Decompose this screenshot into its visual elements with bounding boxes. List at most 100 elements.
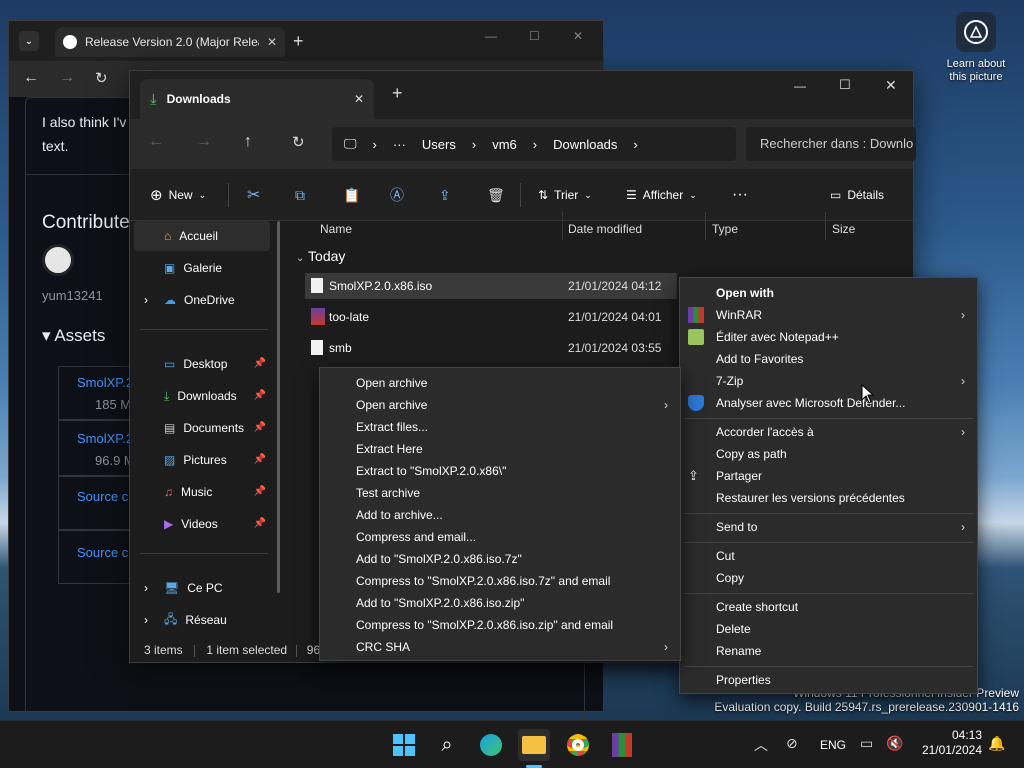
- file-row[interactable]: SmolXP.2.0.x86.iso 21/01/2024 04:12: [305, 273, 677, 299]
- group-header-today[interactable]: ⌄ Today: [296, 248, 345, 264]
- close-window-button[interactable]: ✕: [885, 77, 897, 94]
- rename-icon[interactable]: Ⓐ: [390, 183, 404, 207]
- tab-search-icon[interactable]: ⌄: [19, 31, 39, 51]
- breadcrumb-users[interactable]: Users: [422, 137, 456, 152]
- sidebar-item-onedrive[interactable]: › ☁ OneDrive: [134, 285, 270, 315]
- sidebar-item-music[interactable]: ♫ Music 📌: [134, 477, 270, 507]
- edge-icon[interactable]: [475, 729, 507, 761]
- menu-item-notepadpp[interactable]: Éditer avec Notepad++: [680, 326, 977, 348]
- menu-item-open-with[interactable]: Open with: [680, 282, 977, 304]
- sort-button[interactable]: ⇅ Trier ⌄: [538, 183, 592, 207]
- reload-icon[interactable]: ↻: [95, 69, 108, 87]
- menu-item-add-favorites[interactable]: Add to Favorites: [680, 348, 977, 370]
- sidebar-item-accueil[interactable]: ⌂ Accueil: [134, 221, 270, 251]
- assets-heading[interactable]: ▾ Assets: [42, 326, 105, 346]
- menu-item-copy-as-path[interactable]: Copy as path: [680, 443, 977, 465]
- chevron-right-icon[interactable]: ›: [144, 613, 148, 627]
- maximize-button[interactable]: ☐: [839, 77, 851, 93]
- details-button[interactable]: ▭ Détails: [830, 183, 884, 207]
- contributor-name[interactable]: yum13241: [42, 288, 103, 303]
- sidebar-item-desktop[interactable]: ▭ Desktop 📌: [134, 349, 270, 379]
- menu-item-extract-here[interactable]: Extract Here: [320, 438, 680, 460]
- menu-item-crc-sha[interactable]: CRC SHA ›: [320, 636, 680, 658]
- breadcrumb-downloads[interactable]: Downloads: [553, 137, 617, 152]
- network-offline-icon[interactable]: ⊘: [786, 735, 798, 752]
- close-window-button[interactable]: ✕: [573, 29, 583, 43]
- menu-item-share[interactable]: ⇪ Partager: [680, 465, 977, 487]
- menu-item-add-to-archive[interactable]: Add to archive...: [320, 504, 680, 526]
- column-header-size[interactable]: Size: [832, 222, 855, 236]
- browser-tab[interactable]: Release Version 2.0 (Major Relea ✕: [55, 27, 285, 57]
- new-tab-button[interactable]: +: [293, 31, 304, 52]
- chevron-right-icon[interactable]: ›: [144, 293, 148, 307]
- menu-item-send-to[interactable]: Send to ›: [680, 516, 977, 538]
- menu-item-7zip[interactable]: 7-Zip ›: [680, 370, 977, 392]
- paste-icon[interactable]: 📋: [343, 183, 360, 207]
- forward-icon[interactable]: →: [196, 133, 212, 151]
- sidebar-item-galerie[interactable]: ▣ Galerie: [134, 253, 270, 283]
- menu-item-extract-files[interactable]: Extract files...: [320, 416, 680, 438]
- menu-item-compress-email[interactable]: Compress and email...: [320, 526, 680, 548]
- cut-icon[interactable]: ✂: [247, 183, 260, 207]
- more-options-icon[interactable]: ···: [732, 183, 748, 207]
- copy-icon[interactable]: ⧉: [295, 183, 305, 207]
- chrome-icon[interactable]: [562, 729, 594, 761]
- menu-item-rename[interactable]: Rename: [680, 640, 977, 662]
- address-bar[interactable]: 🖵 › ··· Users › vm6 › Downloads ›: [332, 127, 736, 161]
- search-icon[interactable]: ⌕: [431, 729, 463, 761]
- learn-about-picture[interactable]: Learn about this picture: [938, 10, 1014, 84]
- sidebar-item-documents[interactable]: ▤ Documents 📌: [134, 413, 270, 443]
- menu-item-test-archive[interactable]: Test archive: [320, 482, 680, 504]
- menu-item-open-archive[interactable]: Open archive: [320, 372, 680, 394]
- new-button[interactable]: ⊕ New ⌄: [150, 183, 206, 207]
- new-tab-button[interactable]: +: [392, 83, 403, 104]
- column-header-date[interactable]: Date modified: [568, 222, 642, 236]
- explorer-tab[interactable]: ⤓ Downloads ✕: [140, 79, 374, 119]
- minimize-button[interactable]: —: [794, 79, 806, 93]
- menu-item-copy[interactable]: Copy: [680, 567, 977, 589]
- up-icon[interactable]: ↑: [244, 133, 252, 151]
- maximize-button[interactable]: ☐: [529, 29, 540, 43]
- menu-item-cut[interactable]: Cut: [680, 545, 977, 567]
- breadcrumb-vm6[interactable]: vm6: [492, 137, 517, 152]
- avatar[interactable]: [42, 244, 74, 276]
- windows-start-icon[interactable]: [388, 729, 420, 761]
- notification-bell-icon[interactable]: 🔔: [988, 735, 1005, 752]
- back-icon[interactable]: ←: [23, 69, 39, 87]
- sidebar-scrollbar[interactable]: [277, 221, 280, 593]
- back-icon[interactable]: ←: [148, 133, 164, 151]
- menu-item-delete[interactable]: Delete: [680, 618, 977, 640]
- refresh-icon[interactable]: ↻: [292, 133, 305, 151]
- asset-link[interactable]: SmolXP.2: [77, 431, 133, 446]
- menu-item-open-archive-sub[interactable]: Open archive ›: [320, 394, 680, 416]
- sidebar-item-downloads[interactable]: ⤓ Downloads 📌: [134, 381, 270, 411]
- clock[interactable]: 04:13 21/01/2024: [916, 728, 982, 758]
- column-header-name[interactable]: Name: [320, 222, 352, 236]
- menu-item-add-7z[interactable]: Add to "SmolXP.2.0.x86.iso.7z": [320, 548, 680, 570]
- winrar-icon[interactable]: [606, 729, 638, 761]
- chevron-up-icon[interactable]: ︿: [754, 735, 768, 755]
- forward-icon[interactable]: →: [59, 69, 75, 87]
- ellipsis-icon[interactable]: ···: [393, 137, 406, 152]
- menu-item-add-zip[interactable]: Add to "SmolXP.2.0.x86.iso.zip": [320, 592, 680, 614]
- menu-item-create-shortcut[interactable]: Create shortcut: [680, 596, 977, 618]
- sidebar-item-pictures[interactable]: ▨ Pictures 📌: [134, 445, 270, 475]
- view-button[interactable]: ☰ Afficher ⌄: [626, 183, 697, 207]
- menu-item-restore-versions[interactable]: Restaurer les versions précédentes: [680, 487, 977, 509]
- menu-item-compress-7z-email[interactable]: Compress to "SmolXP.2.0.x86.iso.7z" and …: [320, 570, 680, 592]
- asset-link[interactable]: SmolXP.2: [77, 375, 133, 390]
- column-header-type[interactable]: Type: [712, 222, 738, 236]
- search-input[interactable]: Rechercher dans : Downlo: [746, 127, 916, 161]
- file-explorer-icon[interactable]: [518, 729, 550, 761]
- asset-link[interactable]: Source c: [77, 545, 128, 560]
- menu-item-grant-access[interactable]: Accorder l'accès à ›: [680, 421, 977, 443]
- menu-item-compress-zip-email[interactable]: Compress to "SmolXP.2.0.x86.iso.zip" and…: [320, 614, 680, 636]
- volume-muted-icon[interactable]: 🔇: [886, 735, 903, 752]
- asset-link[interactable]: Source c: [77, 489, 128, 504]
- close-icon[interactable]: ✕: [354, 92, 364, 106]
- minimize-button[interactable]: —: [485, 29, 497, 43]
- menu-item-properties[interactable]: Properties: [680, 669, 977, 691]
- close-icon[interactable]: ✕: [267, 35, 277, 49]
- sidebar-item-videos[interactable]: ▶ Videos 📌: [134, 509, 270, 539]
- chevron-right-icon[interactable]: ›: [144, 581, 148, 595]
